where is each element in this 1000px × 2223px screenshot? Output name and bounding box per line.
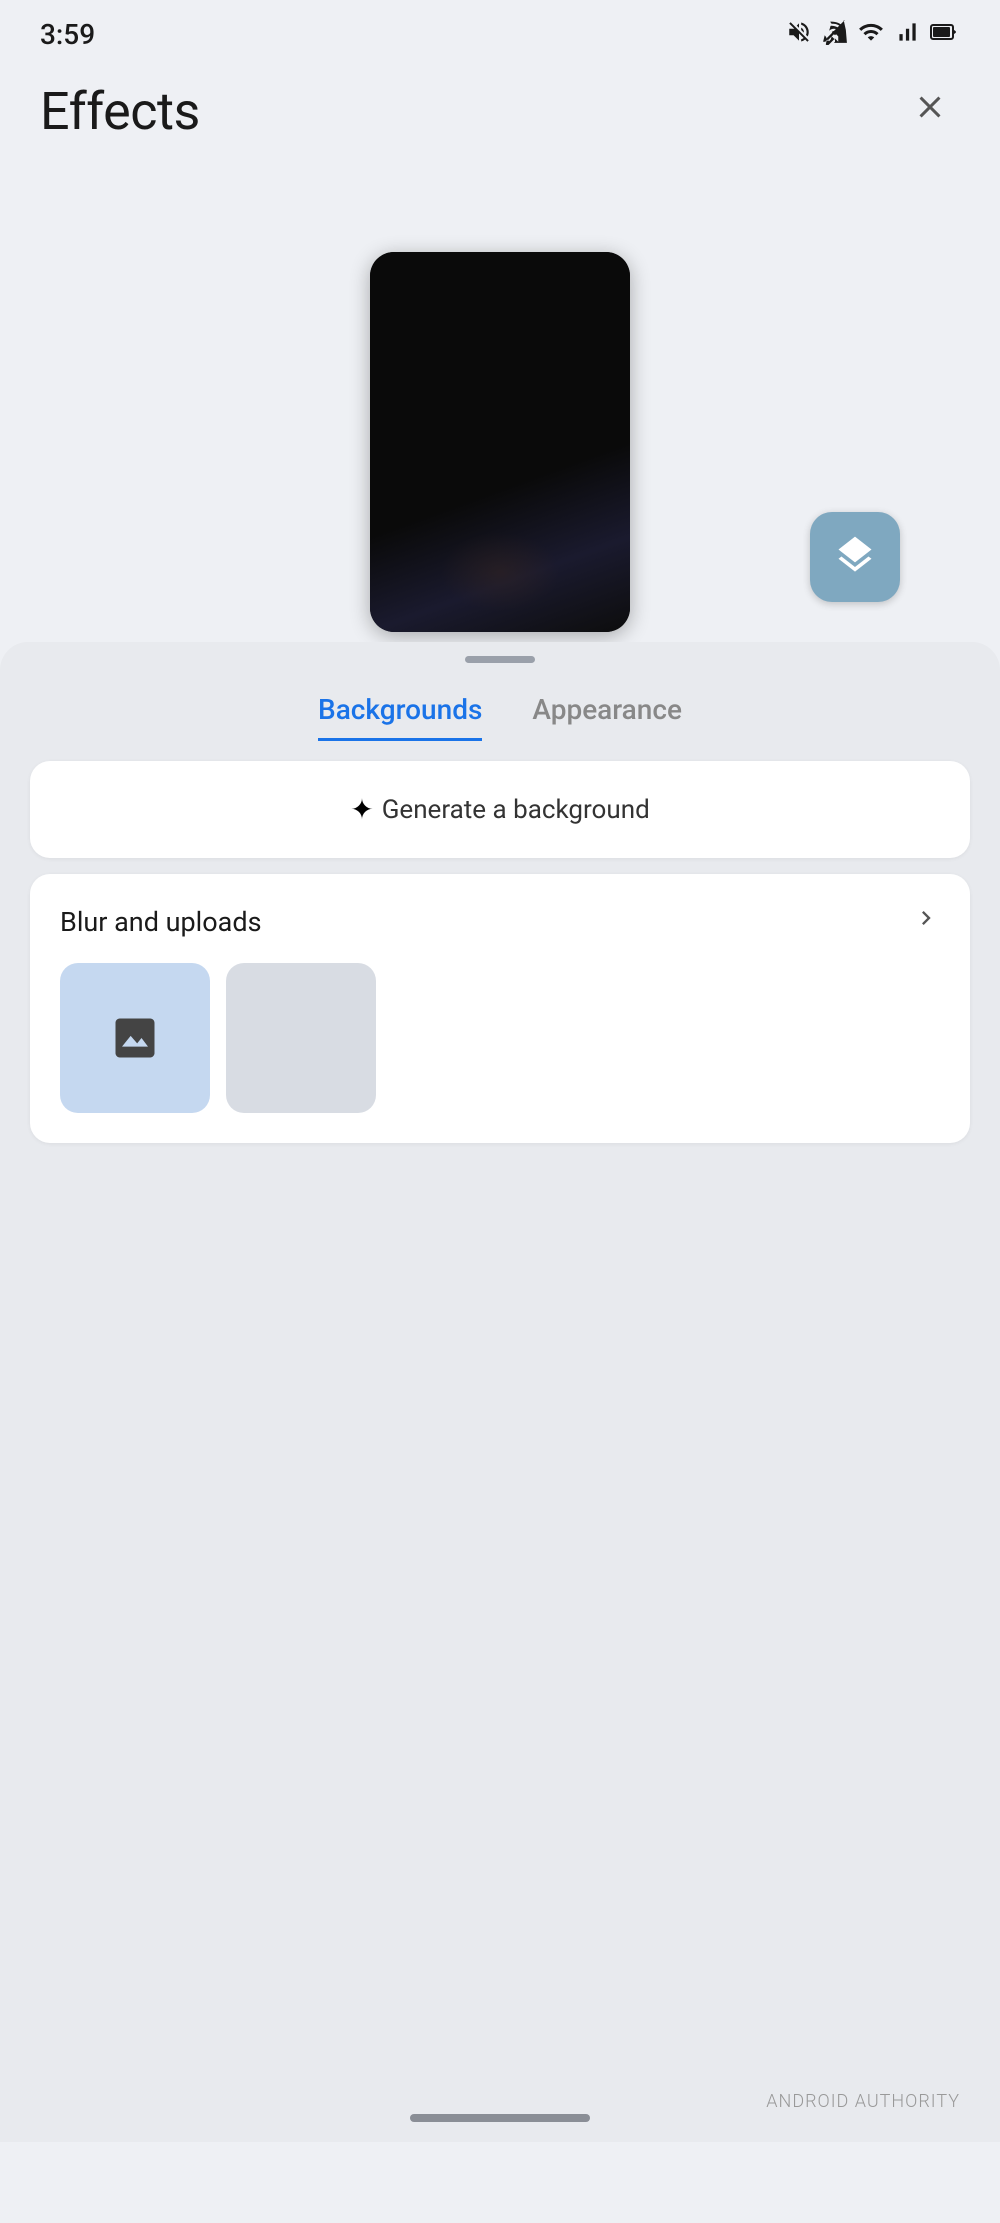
attribution-label: ANDROID AUTHORITY: [766, 2091, 960, 2112]
tab-appearance[interactable]: Appearance: [532, 693, 682, 741]
thumbnails-row: [60, 963, 940, 1113]
tabs-row: Backgrounds Appearance: [0, 693, 1000, 751]
blur-section-title: Blur and uploads: [60, 906, 262, 938]
blur-header: Blur and uploads: [60, 904, 940, 939]
mute-icon: [786, 19, 812, 51]
background-thumbnail-1[interactable]: [226, 963, 376, 1113]
close-button[interactable]: [900, 82, 960, 142]
tab-backgrounds[interactable]: Backgrounds: [318, 693, 482, 741]
battery-icon: [930, 19, 960, 51]
top-section: Effects: [0, 61, 1000, 632]
upload-icon-wrap: [109, 1012, 161, 1064]
generate-button-label: Generate a background: [382, 795, 650, 825]
phone-wifi-icon: [822, 19, 848, 51]
preview-area: [40, 172, 960, 632]
close-icon: [912, 89, 948, 134]
upload-image-button[interactable]: [60, 963, 210, 1113]
generate-background-button[interactable]: ✦ Generate a background: [30, 761, 970, 858]
blur-uploads-section[interactable]: Blur and uploads: [30, 874, 970, 1143]
phone-screen: [370, 252, 630, 632]
phone-preview: [370, 252, 630, 632]
wifi-icon: [858, 19, 884, 51]
layers-fab-button[interactable]: [810, 512, 900, 602]
sheet-handle: [465, 656, 535, 663]
status-icons-group: [786, 19, 960, 51]
layers-icon: [833, 533, 877, 581]
signal-icon: [894, 19, 920, 51]
header-row: Effects: [40, 81, 960, 142]
bottom-sheet: Backgrounds Appearance ✦ Generate a back…: [0, 642, 1000, 2142]
page-title: Effects: [40, 81, 200, 142]
status-bar: 3:59: [0, 0, 1000, 61]
chevron-right-icon: [912, 904, 940, 939]
status-time: 3:59: [40, 18, 95, 51]
bottom-nav-indicator: [410, 2114, 590, 2122]
wand-icon: ✦: [350, 793, 373, 826]
